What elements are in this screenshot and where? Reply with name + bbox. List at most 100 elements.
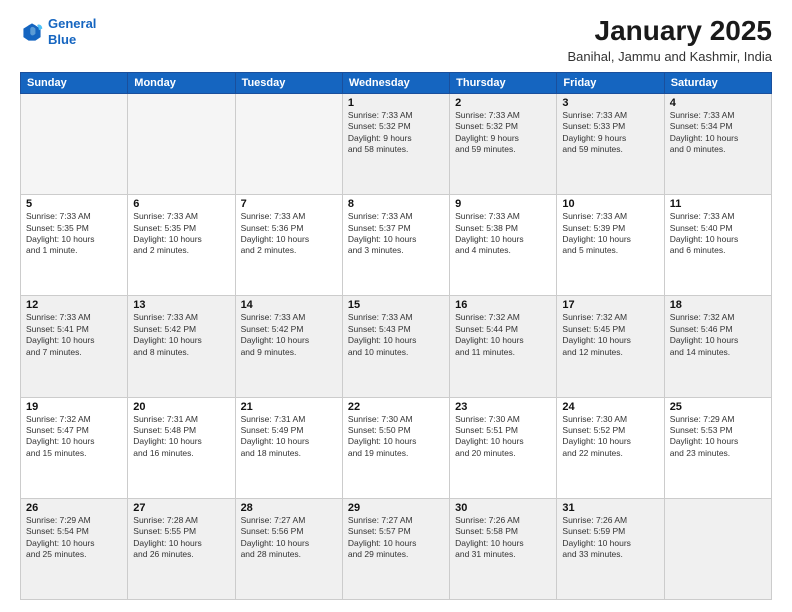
- day-number: 5: [26, 198, 122, 210]
- day-info: Sunrise: 7:33 AM Sunset: 5:39 PM Dayligh…: [562, 211, 658, 257]
- day-cell: 19Sunrise: 7:32 AM Sunset: 5:47 PM Dayli…: [21, 397, 128, 498]
- day-cell: [235, 93, 342, 194]
- day-cell: 28Sunrise: 7:27 AM Sunset: 5:56 PM Dayli…: [235, 498, 342, 599]
- logo-blue: Blue: [48, 32, 76, 47]
- day-cell: 24Sunrise: 7:30 AM Sunset: 5:52 PM Dayli…: [557, 397, 664, 498]
- day-cell: [664, 498, 771, 599]
- day-info: Sunrise: 7:30 AM Sunset: 5:52 PM Dayligh…: [562, 414, 658, 460]
- day-number: 10: [562, 198, 658, 210]
- day-number: 25: [670, 401, 766, 413]
- day-number: 19: [26, 401, 122, 413]
- day-cell: [21, 93, 128, 194]
- day-cell: 5Sunrise: 7:33 AM Sunset: 5:35 PM Daylig…: [21, 195, 128, 296]
- day-info: Sunrise: 7:33 AM Sunset: 5:40 PM Dayligh…: [670, 211, 766, 257]
- weekday-header-thursday: Thursday: [450, 72, 557, 93]
- day-cell: 14Sunrise: 7:33 AM Sunset: 5:42 PM Dayli…: [235, 296, 342, 397]
- day-number: 14: [241, 299, 337, 311]
- day-cell: 2Sunrise: 7:33 AM Sunset: 5:32 PM Daylig…: [450, 93, 557, 194]
- day-number: 1: [348, 97, 444, 109]
- day-cell: 4Sunrise: 7:33 AM Sunset: 5:34 PM Daylig…: [664, 93, 771, 194]
- day-number: 8: [348, 198, 444, 210]
- main-title: January 2025: [568, 16, 773, 47]
- day-number: 9: [455, 198, 551, 210]
- day-number: 24: [562, 401, 658, 413]
- week-row-3: 12Sunrise: 7:33 AM Sunset: 5:41 PM Dayli…: [21, 296, 772, 397]
- day-cell: 17Sunrise: 7:32 AM Sunset: 5:45 PM Dayli…: [557, 296, 664, 397]
- day-info: Sunrise: 7:33 AM Sunset: 5:33 PM Dayligh…: [562, 110, 658, 156]
- day-info: Sunrise: 7:32 AM Sunset: 5:46 PM Dayligh…: [670, 312, 766, 358]
- day-number: 21: [241, 401, 337, 413]
- weekday-header-tuesday: Tuesday: [235, 72, 342, 93]
- day-cell: 13Sunrise: 7:33 AM Sunset: 5:42 PM Dayli…: [128, 296, 235, 397]
- day-info: Sunrise: 7:30 AM Sunset: 5:51 PM Dayligh…: [455, 414, 551, 460]
- day-info: Sunrise: 7:29 AM Sunset: 5:54 PM Dayligh…: [26, 515, 122, 561]
- day-cell: 23Sunrise: 7:30 AM Sunset: 5:51 PM Dayli…: [450, 397, 557, 498]
- day-info: Sunrise: 7:33 AM Sunset: 5:38 PM Dayligh…: [455, 211, 551, 257]
- day-cell: 21Sunrise: 7:31 AM Sunset: 5:49 PM Dayli…: [235, 397, 342, 498]
- day-info: Sunrise: 7:32 AM Sunset: 5:44 PM Dayligh…: [455, 312, 551, 358]
- day-number: 26: [26, 502, 122, 514]
- day-cell: 15Sunrise: 7:33 AM Sunset: 5:43 PM Dayli…: [342, 296, 449, 397]
- header-row: SundayMondayTuesdayWednesdayThursdayFrid…: [21, 72, 772, 93]
- header: General Blue January 2025 Banihal, Jammu…: [20, 16, 772, 64]
- day-number: 31: [562, 502, 658, 514]
- day-number: 17: [562, 299, 658, 311]
- page: General Blue January 2025 Banihal, Jammu…: [0, 0, 792, 612]
- day-number: 15: [348, 299, 444, 311]
- day-cell: 10Sunrise: 7:33 AM Sunset: 5:39 PM Dayli…: [557, 195, 664, 296]
- logo-text: General Blue: [48, 16, 96, 47]
- day-number: 3: [562, 97, 658, 109]
- weekday-header-monday: Monday: [128, 72, 235, 93]
- weekday-header-friday: Friday: [557, 72, 664, 93]
- day-number: 29: [348, 502, 444, 514]
- week-row-1: 1Sunrise: 7:33 AM Sunset: 5:32 PM Daylig…: [21, 93, 772, 194]
- day-info: Sunrise: 7:33 AM Sunset: 5:42 PM Dayligh…: [133, 312, 229, 358]
- day-cell: 31Sunrise: 7:26 AM Sunset: 5:59 PM Dayli…: [557, 498, 664, 599]
- day-cell: [128, 93, 235, 194]
- day-cell: 11Sunrise: 7:33 AM Sunset: 5:40 PM Dayli…: [664, 195, 771, 296]
- day-info: Sunrise: 7:30 AM Sunset: 5:50 PM Dayligh…: [348, 414, 444, 460]
- day-number: 12: [26, 299, 122, 311]
- day-cell: 12Sunrise: 7:33 AM Sunset: 5:41 PM Dayli…: [21, 296, 128, 397]
- week-row-2: 5 Sunrise: 7:33 AM Sunset: 5:35 PM Daylig…: [21, 195, 772, 296]
- day-info: Sunrise: 7:31 AM Sunset: 5:49 PM Dayligh…: [241, 414, 337, 460]
- day-number: 22: [348, 401, 444, 413]
- day-info: Sunrise: 7:33 AM Sunset: 5:37 PM Dayligh…: [348, 211, 444, 257]
- day-info: Sunrise: 7:29 AM Sunset: 5:53 PM Dayligh…: [670, 414, 766, 460]
- day-cell: 9Sunrise: 7:33 AM Sunset: 5:38 PM Daylig…: [450, 195, 557, 296]
- day-number: 28: [241, 502, 337, 514]
- day-info: Sunrise: 7:33 AM Sunset: 5:43 PM Dayligh…: [348, 312, 444, 358]
- weekday-header-wednesday: Wednesday: [342, 72, 449, 93]
- week-row-5: 26Sunrise: 7:29 AM Sunset: 5:54 PM Dayli…: [21, 498, 772, 599]
- day-info: Sunrise: 7:27 AM Sunset: 5:56 PM Dayligh…: [241, 515, 337, 561]
- day-info: Sunrise: 7:33 AM Sunset: 5:41 PM Dayligh…: [26, 312, 122, 358]
- day-info: Sunrise: 7:31 AM Sunset: 5:48 PM Dayligh…: [133, 414, 229, 460]
- day-cell: 1Sunrise: 7:33 AM Sunset: 5:32 PM Daylig…: [342, 93, 449, 194]
- day-cell: 8Sunrise: 7:33 AM Sunset: 5:37 PM Daylig…: [342, 195, 449, 296]
- day-number: 7: [241, 198, 337, 210]
- logo: General Blue: [20, 16, 96, 47]
- day-info: Sunrise: 7:32 AM Sunset: 5:45 PM Dayligh…: [562, 312, 658, 358]
- day-cell: 16Sunrise: 7:32 AM Sunset: 5:44 PM Dayli…: [450, 296, 557, 397]
- day-number: 16: [455, 299, 551, 311]
- day-info: Sunrise: 7:27 AM Sunset: 5:57 PM Dayligh…: [348, 515, 444, 561]
- day-number: 30: [455, 502, 551, 514]
- logo-general: General: [48, 16, 96, 31]
- calendar-table: SundayMondayTuesdayWednesdayThursdayFrid…: [20, 72, 772, 600]
- day-number: 27: [133, 502, 229, 514]
- weekday-header-saturday: Saturday: [664, 72, 771, 93]
- day-cell: 29Sunrise: 7:27 AM Sunset: 5:57 PM Dayli…: [342, 498, 449, 599]
- day-cell: 22Sunrise: 7:30 AM Sunset: 5:50 PM Dayli…: [342, 397, 449, 498]
- day-info: Sunrise: 7:26 AM Sunset: 5:58 PM Dayligh…: [455, 515, 551, 561]
- day-info: Sunrise: 7:33 AM Sunset: 5:42 PM Dayligh…: [241, 312, 337, 358]
- day-number: 2: [455, 97, 551, 109]
- day-cell: 3Sunrise: 7:33 AM Sunset: 5:33 PM Daylig…: [557, 93, 664, 194]
- day-number: 13: [133, 299, 229, 311]
- day-info: Sunrise: 7:26 AM Sunset: 5:59 PM Dayligh…: [562, 515, 658, 561]
- day-cell: 6Sunrise: 7:33 AM Sunset: 5:35 PM Daylig…: [128, 195, 235, 296]
- day-info: Sunrise: 7:33 AM Sunset: 5:34 PM Dayligh…: [670, 110, 766, 156]
- day-cell: 26Sunrise: 7:29 AM Sunset: 5:54 PM Dayli…: [21, 498, 128, 599]
- subtitle: Banihal, Jammu and Kashmir, India: [568, 49, 773, 64]
- day-info: Sunrise: 7:33 AM Sunset: 5:35 PM Dayligh…: [133, 211, 229, 257]
- day-info: Sunrise: 7:32 AM Sunset: 5:47 PM Dayligh…: [26, 414, 122, 460]
